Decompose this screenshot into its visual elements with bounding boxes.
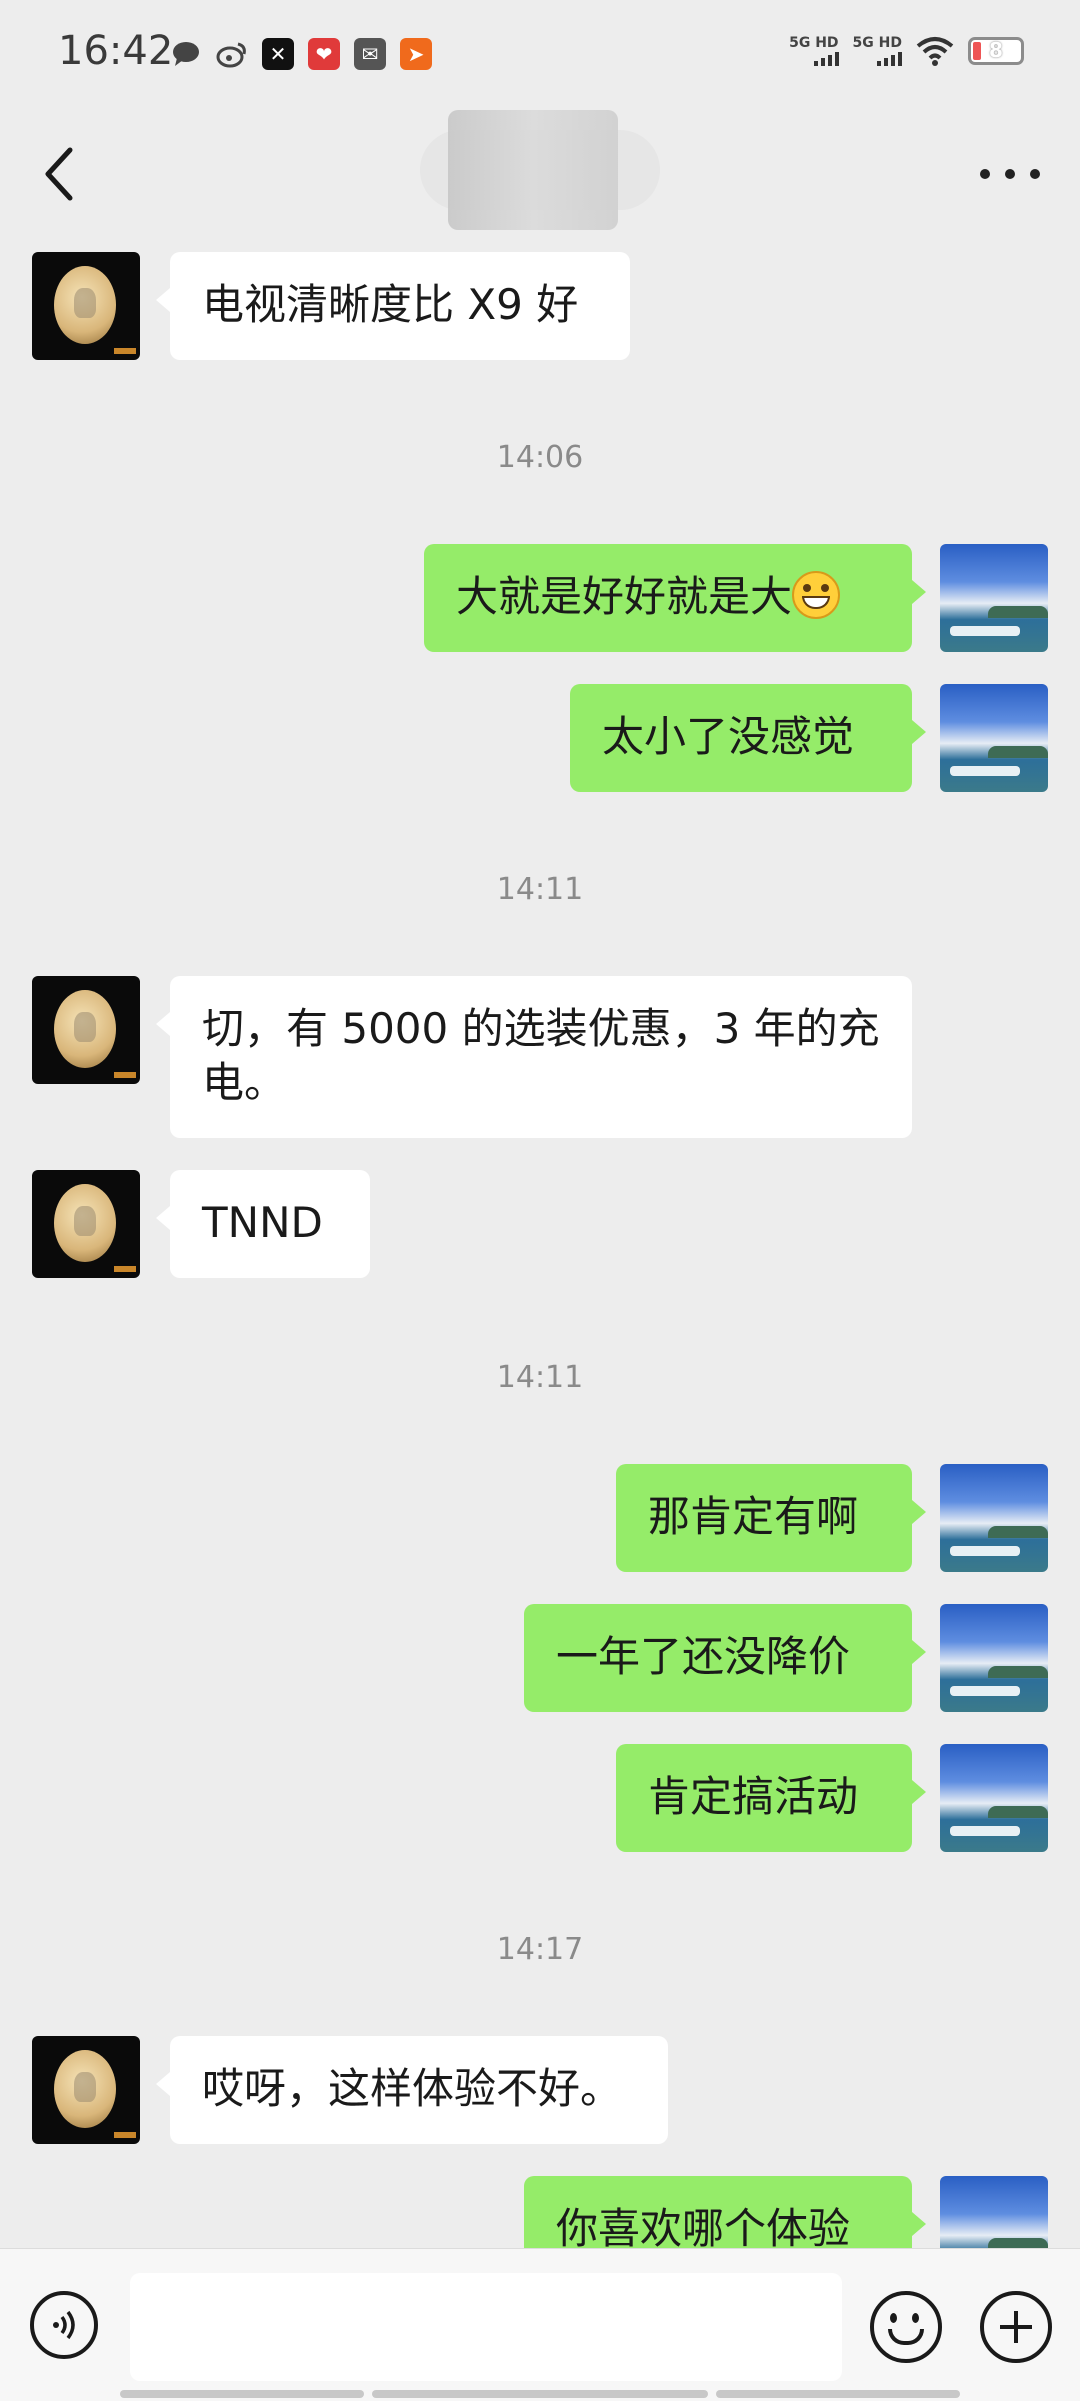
message-text: 太小了没感觉 bbox=[602, 712, 855, 761]
input-bar bbox=[0, 2248, 1080, 2401]
contact-avatar[interactable] bbox=[32, 252, 140, 360]
timestamp: 14:06 bbox=[496, 440, 584, 475]
message-text: 电视清晰度比 X9 好 bbox=[202, 280, 579, 329]
message-text: 那肯定有啊 bbox=[648, 1492, 859, 1541]
weibo-icon bbox=[216, 38, 248, 70]
my-avatar[interactable] bbox=[940, 1464, 1048, 1572]
x-app-icon: ✕ bbox=[262, 38, 294, 70]
timestamp: 14:17 bbox=[496, 1932, 584, 1967]
send-app-icon: ➤ bbox=[400, 38, 432, 70]
my-avatar[interactable] bbox=[940, 684, 1048, 792]
network-label-2: 5G HD bbox=[852, 35, 902, 51]
plus-icon[interactable] bbox=[980, 2291, 1052, 2363]
status-time: 16:42 bbox=[58, 28, 174, 74]
contact-avatar[interactable] bbox=[32, 2036, 140, 2144]
my-avatar[interactable] bbox=[940, 1604, 1048, 1712]
emoji-icon[interactable] bbox=[870, 2291, 942, 2363]
message-text: 肯定搞活动 bbox=[648, 1772, 859, 1821]
outgoing-message[interactable]: 大就是好好就是大 bbox=[424, 544, 926, 652]
network-label-1: 5G HD bbox=[789, 35, 839, 51]
incoming-message[interactable]: 哎呀，这样体验不好。 bbox=[156, 2036, 668, 2144]
gesture-bar-segment bbox=[372, 2390, 708, 2398]
message-text: TNND bbox=[202, 1198, 323, 1247]
gesture-bar-segment bbox=[120, 2390, 364, 2398]
contact-avatar[interactable] bbox=[32, 1170, 140, 1278]
battery-icon: 8 bbox=[968, 37, 1024, 65]
battery-level: 8 bbox=[989, 38, 1003, 62]
my-avatar[interactable] bbox=[940, 544, 1048, 652]
incoming-message[interactable]: TNND bbox=[156, 1170, 370, 1278]
grinning-face-emoji bbox=[792, 571, 841, 619]
notification-icons: ✕ ❤ ✉ ➤ bbox=[170, 38, 432, 70]
timestamp: 14:11 bbox=[496, 1360, 584, 1395]
message-input[interactable] bbox=[130, 2273, 842, 2381]
gesture-bar-segment bbox=[716, 2390, 960, 2398]
message-bubble-icon bbox=[170, 38, 202, 70]
signal-bars-icon bbox=[813, 50, 839, 66]
signal-1: 5G HD bbox=[789, 35, 839, 66]
blurred-chat-title bbox=[448, 110, 618, 230]
red-app-icon: ❤ bbox=[308, 38, 340, 70]
my-avatar[interactable] bbox=[940, 1744, 1048, 1852]
message-text: 你喜欢哪个体验 bbox=[556, 2204, 851, 2253]
contact-avatar[interactable] bbox=[32, 976, 140, 1084]
chat-header bbox=[0, 110, 1080, 238]
wifi-icon bbox=[916, 37, 954, 66]
outgoing-message[interactable]: 肯定搞活动 bbox=[616, 1744, 926, 1852]
signal-bars-icon bbox=[877, 50, 902, 66]
more-dots-icon[interactable] bbox=[980, 162, 1040, 186]
message-text: 哎呀，这样体验不好。 bbox=[202, 2064, 623, 2113]
message-text: 一年了还没降价 bbox=[556, 1632, 851, 1681]
status-right: 5G HD 5G HD 8 bbox=[789, 36, 1024, 66]
message-text: 切，有 5000 的选装优惠，3 年的充电。 bbox=[202, 1004, 880, 1107]
message-text: 大就是好好就是大 bbox=[456, 572, 793, 621]
voice-icon[interactable] bbox=[30, 2291, 98, 2359]
chevron-left-icon[interactable] bbox=[40, 146, 80, 202]
mail-icon: ✉ bbox=[354, 38, 386, 70]
outgoing-message[interactable]: 一年了还没降价 bbox=[524, 1604, 926, 1712]
timestamp: 14:11 bbox=[496, 872, 584, 907]
incoming-message[interactable]: 电视清晰度比 X9 好 bbox=[156, 252, 630, 360]
outgoing-message[interactable]: 那肯定有啊 bbox=[616, 1464, 926, 1572]
signal-2: 5G HD bbox=[853, 36, 902, 66]
status-bar: 16:42 ✕ ❤ ✉ ➤ 5G HD 5G HD 8 bbox=[0, 0, 1080, 110]
incoming-message[interactable]: 切，有 5000 的选装优惠，3 年的充电。 bbox=[156, 976, 912, 1138]
outgoing-message[interactable]: 太小了没感觉 bbox=[570, 684, 926, 792]
